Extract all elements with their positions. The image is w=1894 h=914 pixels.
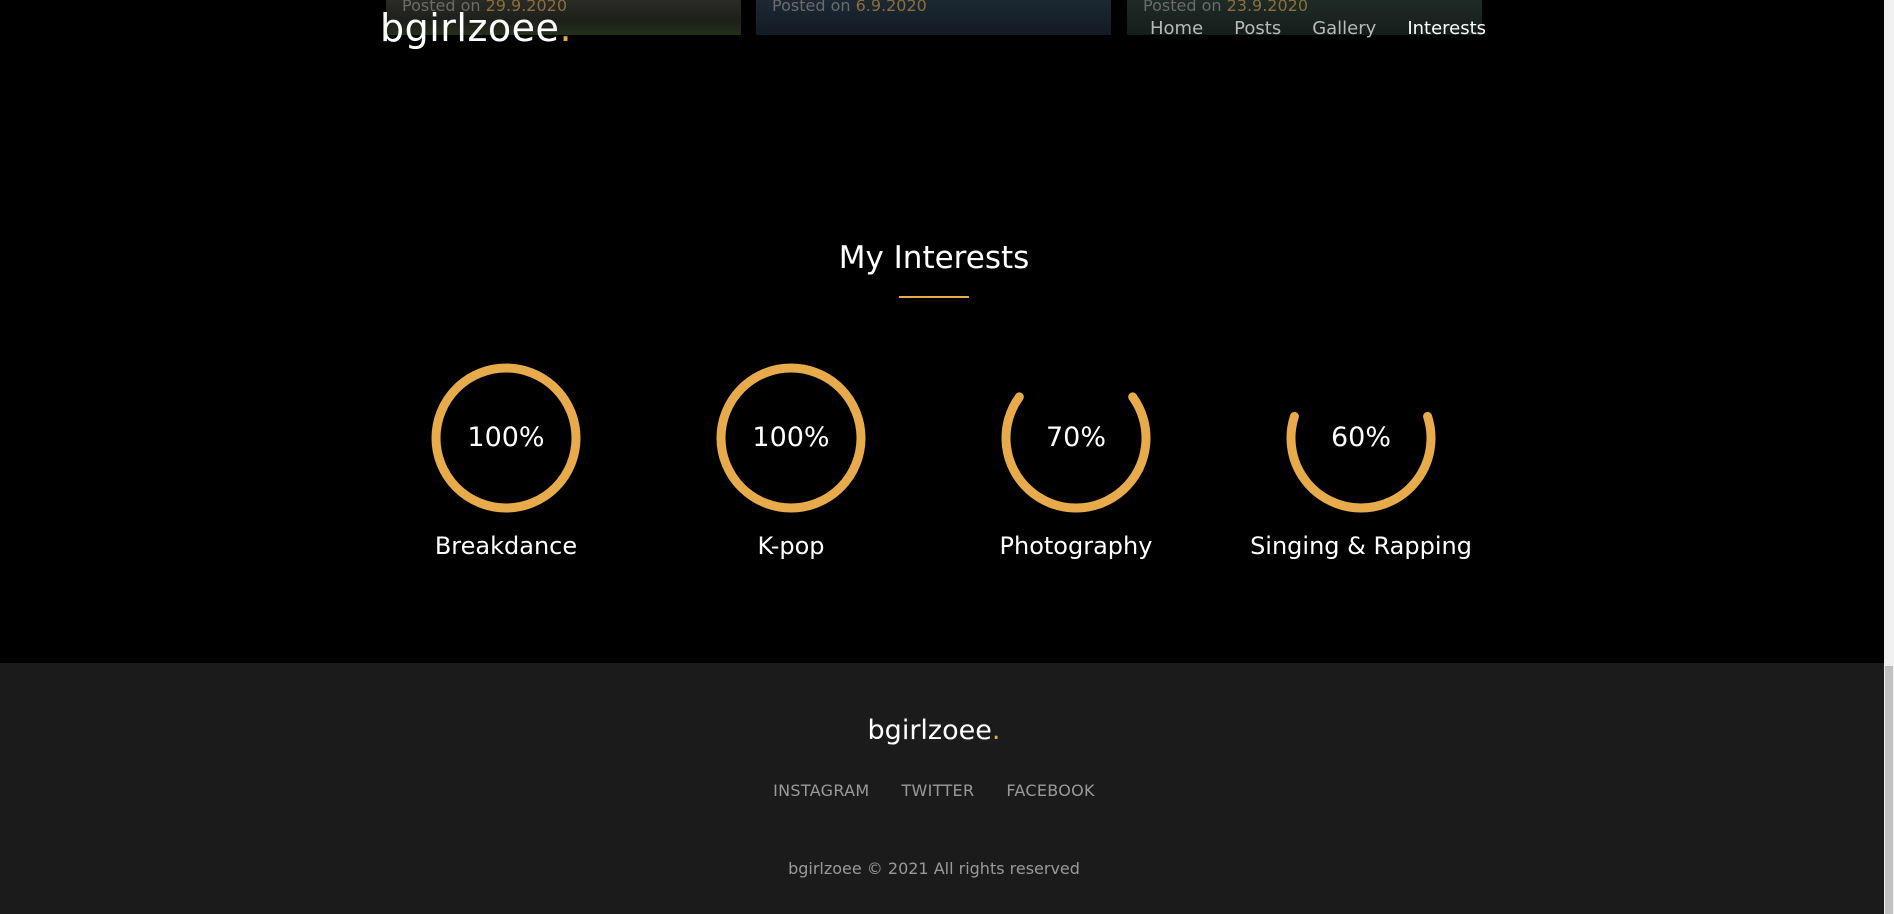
interest-item: 70% Photography — [956, 362, 1196, 560]
scrollbar-thumb[interactable] — [1885, 666, 1893, 914]
progress-ring: 100% — [430, 362, 582, 514]
twitter-link[interactable]: TWITTER — [901, 781, 974, 800]
title-underline — [899, 296, 969, 298]
interest-label: Singing & Rapping — [1250, 532, 1472, 560]
footer: bgirlzoee. INSTAGRAM TWITTER FACEBOOK bg… — [0, 663, 1884, 914]
interest-item: 100% Breakdance — [386, 362, 626, 560]
footer-logo[interactable]: bgirlzoee. — [0, 715, 1868, 746]
nav-interests[interactable]: Interests — [1407, 18, 1486, 44]
progress-percent: 100% — [467, 422, 545, 453]
facebook-link[interactable]: FACEBOOK — [1006, 781, 1094, 800]
interest-item: 60% Singing & Rapping — [1241, 362, 1481, 560]
site-logo[interactable]: bgirlzoee. — [380, 6, 572, 50]
nav-posts[interactable]: Posts — [1234, 18, 1281, 44]
progress-percent: 100% — [752, 422, 830, 453]
copyright: bgirlzoee © 2021 All rights reserved — [788, 859, 1080, 878]
instagram-link[interactable]: INSTAGRAM — [773, 781, 869, 800]
progress-ring: 70% — [1000, 362, 1152, 514]
progress-percent: 60% — [1330, 422, 1391, 453]
post-date: Posted on 23.9.2020 — [1143, 0, 1309, 15]
interest-label: Breakdance — [434, 532, 578, 560]
section-title: My Interests — [838, 240, 1030, 276]
nav-gallery[interactable]: Gallery — [1312, 18, 1376, 44]
post-card[interactable]: Posted on 6.9.2020 — [756, 0, 1111, 35]
nav-home[interactable]: Home — [1150, 18, 1203, 44]
main-nav: Home Posts Gallery Interests — [1150, 18, 1486, 44]
progress-percent: 70% — [1045, 422, 1106, 453]
post-date: Posted on 6.9.2020 — [772, 0, 927, 15]
interest-item: 100% K-pop — [671, 362, 911, 560]
interest-label: K-pop — [757, 532, 825, 560]
interest-label: Photography — [999, 532, 1153, 560]
scrollbar[interactable] — [1884, 0, 1894, 914]
social-links: INSTAGRAM TWITTER FACEBOOK — [0, 781, 1868, 800]
progress-ring: 100% — [715, 362, 867, 514]
progress-ring: 60% — [1285, 362, 1437, 514]
